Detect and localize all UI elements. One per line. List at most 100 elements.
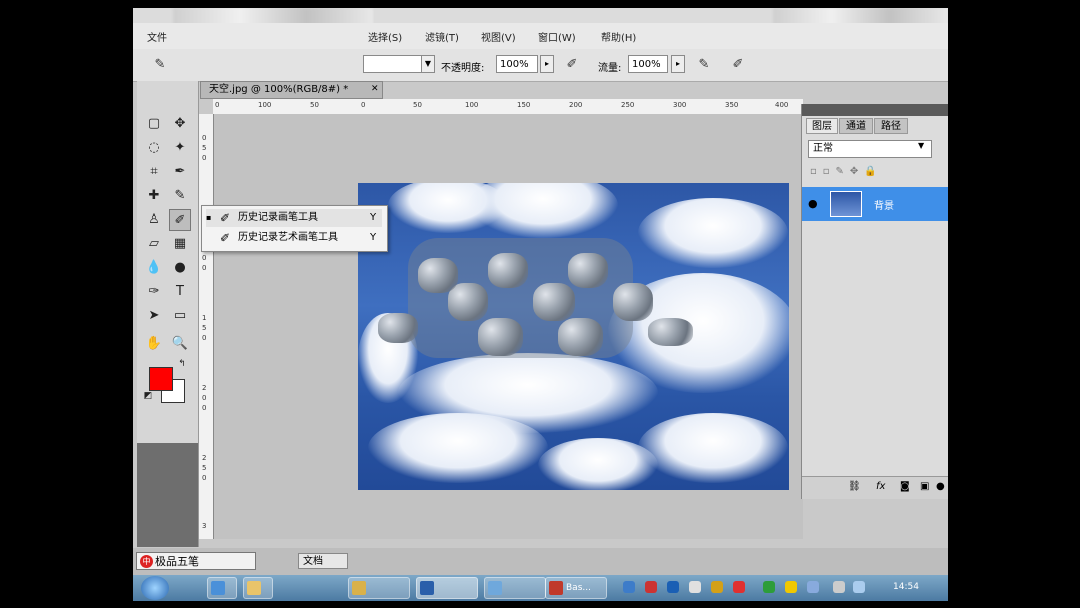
ruler-tick: 2 xyxy=(202,454,207,462)
ruler-tick: 200 xyxy=(569,101,583,109)
flow-label: 流量: xyxy=(598,63,622,74)
history-brush-icon[interactable]: ✐ xyxy=(169,209,191,231)
brush-tool-icon[interactable]: ✎ xyxy=(169,185,191,207)
menu-help[interactable]: 帮助(H) xyxy=(601,29,636,44)
eyedropper-icon[interactable]: ✒ xyxy=(169,161,191,183)
link-icon[interactable]: ⛓ xyxy=(848,481,861,492)
crop-tool-icon[interactable]: ⌗ xyxy=(143,161,165,183)
blend-mode-select[interactable]: 正常 xyxy=(808,140,932,158)
ruler-tick: 0 xyxy=(202,394,207,402)
clone-stamp-icon[interactable]: ♙ xyxy=(143,209,165,231)
blur-tool-icon[interactable]: 💧 xyxy=(143,257,165,279)
pen-tool-icon[interactable]: ✑ xyxy=(143,281,165,303)
ruler-tick: 2 xyxy=(202,384,207,392)
taskbar-app-button[interactable] xyxy=(348,577,410,599)
tab-channels[interactable]: 通道 xyxy=(839,118,873,134)
taskbar-app-button[interactable] xyxy=(243,577,273,599)
new-layer-icon[interactable]: ▣ xyxy=(920,481,929,492)
tablet-pressure-icon[interactable]: ✐ xyxy=(729,56,747,74)
dodge-tool-icon[interactable]: ● xyxy=(169,257,191,279)
tray-icon[interactable] xyxy=(645,581,657,593)
path-select-icon[interactable]: ➤ xyxy=(143,305,165,327)
cloud-shape xyxy=(468,183,618,238)
network-icon[interactable] xyxy=(853,581,865,593)
document-status[interactable]: 文档 xyxy=(298,553,348,569)
type-tool-icon[interactable]: T xyxy=(169,281,191,303)
healing-brush-icon[interactable]: ✚ xyxy=(143,185,165,207)
opacity-input[interactable]: 100% xyxy=(496,55,538,73)
ruler-tick: 100 xyxy=(465,101,479,109)
ruler-tick: 0 xyxy=(202,264,207,272)
ime-toolbar[interactable]: 中 极品五笔 xyxy=(136,552,256,570)
tray-icon[interactable] xyxy=(785,581,797,593)
ruler-tick: 50 xyxy=(413,101,422,109)
airbrush-icon[interactable]: ✎ xyxy=(695,56,713,74)
lock-icons-row[interactable]: ▫▫✎✥🔒 xyxy=(810,166,930,180)
magic-wand-icon[interactable]: ✦ xyxy=(169,137,191,159)
tray-icon[interactable] xyxy=(807,581,819,593)
ruler-tick: 5 xyxy=(202,324,207,332)
tab-paths[interactable]: 路径 xyxy=(874,118,908,134)
flow-stepper[interactable]: ▸ xyxy=(671,55,685,73)
checked-mark-icon: ▪ xyxy=(206,213,212,222)
ruler-tick: 0 xyxy=(202,134,207,142)
zoom-tool-icon[interactable]: 🔍 xyxy=(169,333,191,355)
fx-icon[interactable]: fx xyxy=(876,481,885,492)
default-colors-icon[interactable]: ◩ xyxy=(141,389,155,403)
volume-icon[interactable] xyxy=(833,581,845,593)
swap-colors-icon[interactable]: ↰ xyxy=(175,357,189,371)
horizontal-ruler: 0 100 50 0 50 100 150 200 250 300 350 40… xyxy=(213,99,803,115)
tray-icon[interactable] xyxy=(689,581,701,593)
tray-icon[interactable] xyxy=(763,581,775,593)
eraser-tool-icon[interactable]: ▱ xyxy=(143,233,165,255)
brush-preset-icon[interactable]: ✎ xyxy=(151,56,169,74)
airbrush-pressure-icon[interactable]: ✐ xyxy=(563,56,581,74)
taskbar-app-button[interactable] xyxy=(207,577,237,599)
ruler-tick: 0 xyxy=(202,474,207,482)
app-icon xyxy=(488,581,502,595)
menu-window[interactable]: 窗口(W) xyxy=(538,29,576,44)
ruler-tick: 0 xyxy=(202,404,207,412)
system-clock[interactable]: 14:54 xyxy=(893,582,919,592)
move-tool-icon[interactable]: ✥ xyxy=(169,113,191,135)
panel-header xyxy=(802,104,948,116)
chevron-down-icon[interactable]: ▼ xyxy=(918,141,924,150)
eye-icon[interactable]: ● xyxy=(808,197,818,210)
taskbar-app-button[interactable] xyxy=(484,577,546,599)
close-document-icon[interactable]: ✕ xyxy=(371,84,379,94)
flyout-item-art-history-brush[interactable]: ✐ 历史记录艺术画笔工具 Y xyxy=(206,229,382,247)
taskbar-photoshop-button[interactable] xyxy=(416,577,478,599)
gradient-tool-icon[interactable]: ▦ xyxy=(169,233,191,255)
menu-file[interactable]: 文件 xyxy=(147,29,167,44)
lasso-tool-icon[interactable]: ◌ xyxy=(143,137,165,159)
marquee-tool-icon[interactable]: ▢ xyxy=(143,113,165,135)
layer-name: 背景 xyxy=(874,201,894,212)
hand-tool-icon[interactable]: ✋ xyxy=(143,333,165,355)
tray-icon[interactable] xyxy=(733,581,745,593)
layer-row-background[interactable]: ● 背景 xyxy=(802,187,948,221)
bubble-texture xyxy=(418,258,458,293)
start-button-icon[interactable] xyxy=(141,576,169,600)
document-tab[interactable]: 天空.jpg @ 100%(RGB/8#) * xyxy=(200,81,383,99)
tray-icon[interactable] xyxy=(667,581,679,593)
taskbar-app-button[interactable]: Bas... xyxy=(545,577,607,599)
mask-icon[interactable]: ◙ xyxy=(900,481,910,492)
bubble-texture xyxy=(533,283,575,321)
menu-select[interactable]: 选择(S) xyxy=(368,29,402,44)
menu-view[interactable]: 视图(V) xyxy=(481,29,516,44)
mode-dropdown-arrow[interactable]: ▼ xyxy=(421,55,435,73)
sky-image-canvas[interactable] xyxy=(358,183,789,490)
tray-icon[interactable] xyxy=(711,581,723,593)
menu-filter[interactable]: 滤镜(T) xyxy=(425,29,459,44)
ime-name: 极品五笔 xyxy=(155,555,199,568)
photoshop-window: 文件 选择(S) 滤镜(T) 视图(V) 窗口(W) 帮助(H) ✎ ▼ 不透明… xyxy=(133,8,948,575)
flow-input[interactable]: 100% xyxy=(628,55,668,73)
delete-icon[interactable]: ● xyxy=(936,481,945,492)
tab-layers[interactable]: 图层 xyxy=(806,118,838,134)
flyout-item-history-brush[interactable]: ▪ ✐ 历史记录画笔工具 Y xyxy=(206,209,382,227)
foreground-color-swatch[interactable] xyxy=(149,367,173,391)
tray-icon[interactable] xyxy=(623,581,635,593)
art-history-brush-icon: ✐ xyxy=(220,231,231,245)
opacity-stepper[interactable]: ▸ xyxy=(540,55,554,73)
shape-tool-icon[interactable]: ▭ xyxy=(169,305,191,327)
